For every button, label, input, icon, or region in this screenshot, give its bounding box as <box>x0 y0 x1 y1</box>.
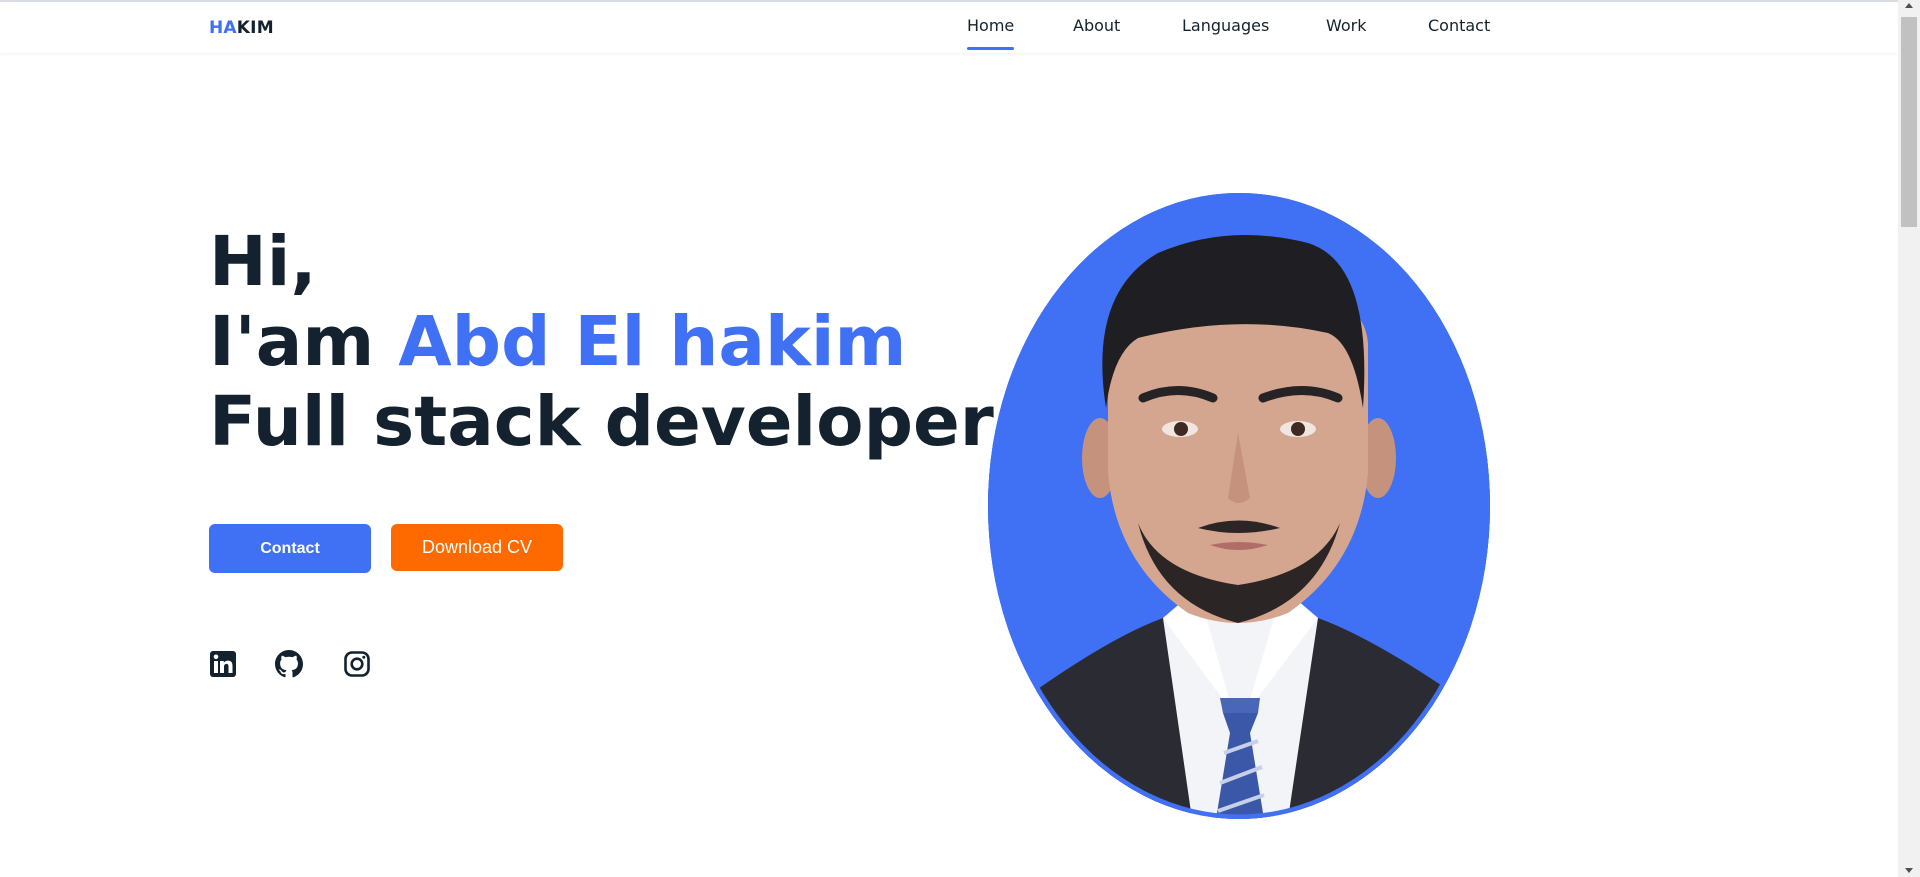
main-nav: Home About Languages Work Contact <box>0 16 1898 56</box>
profile-photo <box>988 193 1490 819</box>
contact-button[interactable]: Contact <box>209 524 371 573</box>
linkedin-icon[interactable] <box>209 650 237 678</box>
github-icon[interactable] <box>275 650 303 678</box>
nav-work[interactable]: Work <box>1326 16 1367 35</box>
hero-greeting: Hi, <box>209 222 317 302</box>
scroll-thumb[interactable] <box>1901 17 1917 227</box>
nav-about[interactable]: About <box>1073 16 1120 35</box>
hero-heading: Hi, I'am Abd El hakim Full stack develop… <box>209 222 994 462</box>
download-cv-button[interactable]: Download CV <box>391 524 563 571</box>
site-header: HAKIM Home About Languages Work Contact <box>0 2 1898 53</box>
scroll-down-arrow-icon[interactable] <box>1905 868 1913 873</box>
scroll-up-arrow-icon[interactable] <box>1905 3 1913 8</box>
hero-role: Full stack developer <box>209 382 994 462</box>
nav-contact[interactable]: Contact <box>1428 16 1490 35</box>
hero-name: Abd El hakim <box>398 302 907 382</box>
instagram-icon[interactable] <box>343 650 371 678</box>
hero-intro-prefix: I'am <box>209 302 399 382</box>
hero-intro-line: I'am Abd El hakim <box>209 302 994 382</box>
nav-languages[interactable]: Languages <box>1182 16 1269 35</box>
scrollbar[interactable] <box>1898 0 1920 877</box>
nav-home[interactable]: Home <box>967 16 1015 50</box>
